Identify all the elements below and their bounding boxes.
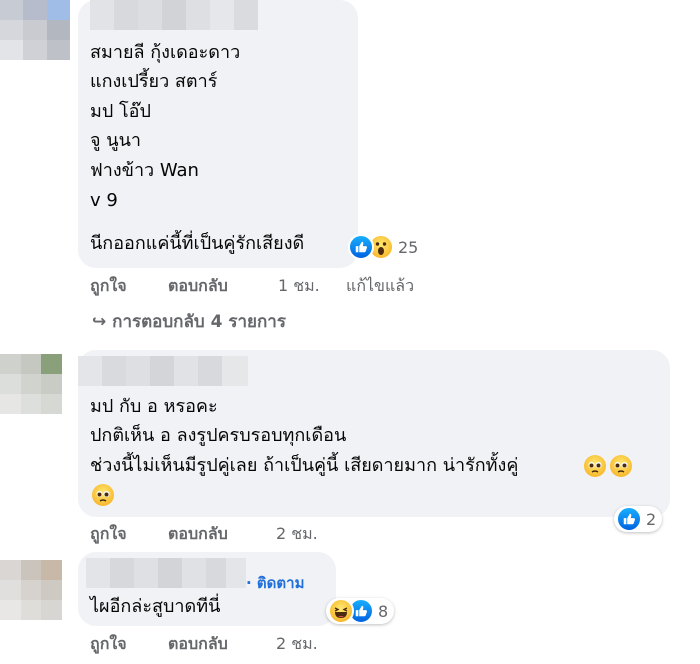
edited-label: แก้ไขแล้ว: [346, 276, 415, 295]
comment-line: ไผอีกล่ะสูบาดทีนี่: [90, 596, 221, 617]
comment-line: สมายลี กุ้งเดอะดาว: [90, 42, 241, 63]
comment-line: แกงเปรี้ยว สตาร์: [90, 71, 218, 92]
timestamp[interactable]: 2 ชม.: [276, 524, 318, 544]
pleading-face-emoji: [584, 455, 606, 477]
avatar[interactable]: [0, 560, 62, 620]
like-link[interactable]: ถูกใจ: [90, 634, 127, 654]
reply-link[interactable]: ตอบกลับ: [168, 634, 228, 654]
reaction-count: 8: [378, 601, 389, 621]
view-replies-link[interactable]: ↪ การตอบกลับ 4 รายการ: [92, 312, 286, 332]
timestamp[interactable]: 1 ชม.: [278, 276, 320, 296]
reply-link[interactable]: ตอบกลับ: [168, 276, 228, 296]
comment-line: นีกออกแค่นี้ที่เป็นคู่รักเสียงดี: [90, 233, 305, 254]
pleading-face-emoji: [610, 455, 632, 477]
reaction-summary[interactable]: 8: [326, 598, 395, 624]
timestamp[interactable]: 2 ชม.: [276, 634, 318, 654]
like-icon: [348, 234, 374, 260]
reaction-count: 25: [398, 237, 419, 257]
avatar[interactable]: [0, 354, 62, 414]
comment-line: มป กับ อ หรอคะ: [90, 396, 218, 417]
comment-line: ปกติเห็น อ ลงรูปครบรอบทุกเดือน: [90, 425, 347, 446]
reaction-count: 2: [646, 509, 657, 529]
comment-line: ฟางข้าว Wan: [90, 160, 199, 181]
haha-icon: [328, 598, 354, 624]
like-link[interactable]: ถูกใจ: [90, 524, 127, 544]
comment-line: ช่วงนี้ไม่เห็นมีรูปคู่เลย ถ้าเป็นคู่นี้ …: [90, 455, 519, 476]
like-link[interactable]: ถูกใจ: [90, 276, 127, 296]
like-icon: [616, 506, 642, 532]
author-name-blurred[interactable]: [78, 356, 248, 386]
author-name-blurred[interactable]: [90, 0, 258, 30]
reply-link[interactable]: ตอบกลับ: [168, 524, 228, 544]
author-name-blurred[interactable]: [86, 558, 246, 588]
reaction-summary[interactable]: 2: [614, 506, 663, 532]
comment-line: จู นูนา: [90, 130, 141, 151]
comment-line: มป โอ๊ป: [90, 101, 151, 122]
comment-line: v 9: [90, 190, 118, 211]
follow-button[interactable]: · ติดตาม: [246, 571, 304, 595]
pleading-face-emoji: [92, 484, 114, 506]
avatar[interactable]: [0, 0, 70, 60]
reaction-summary[interactable]: 25: [348, 234, 419, 260]
